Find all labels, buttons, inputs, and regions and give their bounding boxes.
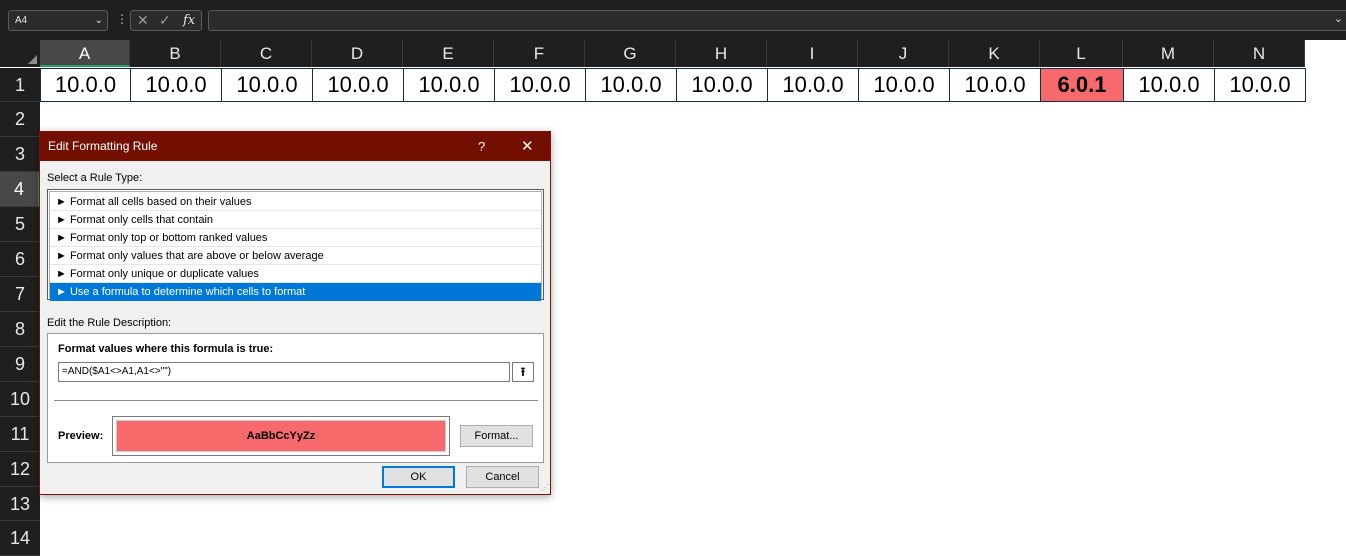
formula-buttons: ✕ ✓ fx	[130, 10, 202, 31]
close-icon[interactable]: ✕	[521, 132, 534, 161]
rule-type-item[interactable]: ► Format all cells based on their values	[50, 193, 541, 211]
column-header-n[interactable]: N	[1214, 40, 1305, 67]
column-header-h[interactable]: H	[676, 40, 767, 67]
row-header-5[interactable]: 5	[0, 207, 40, 242]
formula-input[interactable]: ⌄	[208, 10, 1346, 31]
insert-function-icon[interactable]: fx	[183, 13, 195, 28]
row-header-13[interactable]: 13	[0, 487, 40, 521]
cell-i1[interactable]: 10.0.0	[767, 68, 859, 102]
row-header-9[interactable]: 9	[0, 347, 40, 382]
rule-type-list[interactable]: ► Format all cells based on their values…	[47, 189, 544, 301]
column-header-g[interactable]: G	[585, 40, 676, 67]
column-header-j[interactable]: J	[858, 40, 949, 67]
more-options-icon[interactable]: ⋮	[116, 12, 128, 26]
cell-f1[interactable]: 10.0.0	[494, 68, 586, 102]
cancel-icon[interactable]: ✕	[137, 12, 149, 29]
row-header-4[interactable]: 4	[0, 172, 40, 207]
formula-bar: A4 ⌄ ⋮ ✕ ✓ fx ⌄	[0, 0, 1346, 40]
cell-c1[interactable]: 10.0.0	[221, 68, 313, 102]
row-header-10[interactable]: 10	[0, 382, 40, 417]
column-header-k[interactable]: K	[949, 40, 1040, 67]
edit-description-label: Edit the Rule Description:	[47, 317, 172, 329]
cell-k1[interactable]: 10.0.0	[949, 68, 1041, 102]
cell-j1[interactable]: 10.0.0	[858, 68, 950, 102]
collapse-dialog-icon[interactable]: ⭱	[512, 362, 534, 382]
formula-label: Format values where this formula is true…	[58, 343, 274, 355]
cell-h1[interactable]: 10.0.0	[676, 68, 768, 102]
resize-grip-icon[interactable]: ⋰	[541, 483, 549, 492]
row-header-7[interactable]: 7	[0, 277, 40, 312]
format-preview: AaBbCcYyZz	[112, 416, 450, 456]
cancel-button[interactable]: Cancel	[466, 466, 539, 488]
name-box[interactable]: A4 ⌄	[8, 10, 108, 31]
row-header-1[interactable]: 1	[0, 68, 40, 102]
cell-e1[interactable]: 10.0.0	[403, 68, 495, 102]
rule-type-item[interactable]: ► Format only unique or duplicate values	[50, 265, 541, 283]
cell-n1[interactable]: 10.0.0	[1214, 68, 1306, 102]
dialog-title: Edit Formatting Rule	[48, 139, 158, 153]
column-header-l[interactable]: L	[1040, 40, 1123, 67]
column-header-d[interactable]: D	[312, 40, 403, 67]
rule-type-item[interactable]: ► Format only values that are above or b…	[50, 247, 541, 265]
row-header-14[interactable]: 14	[0, 521, 40, 556]
column-header-a[interactable]: A	[40, 40, 130, 67]
row-header-8[interactable]: 8	[0, 312, 40, 347]
column-header-f[interactable]: F	[494, 40, 585, 67]
column-header-b[interactable]: B	[130, 40, 221, 67]
edit-formatting-rule-dialog: Edit Formatting Rule ? ✕ Select a Rule T…	[39, 131, 551, 495]
format-button[interactable]: Format...	[460, 425, 533, 447]
row-header-12[interactable]: 12	[0, 452, 40, 487]
column-header-c[interactable]: C	[221, 40, 312, 67]
ok-button[interactable]: OK	[382, 466, 455, 488]
dialog-title-bar[interactable]: Edit Formatting Rule ? ✕	[40, 132, 550, 161]
row-header-2[interactable]: 2	[0, 102, 40, 137]
rule-formula-input[interactable]: =AND($A1<>A1,A1<>"")	[58, 362, 510, 382]
preview-label: Preview:	[58, 430, 104, 442]
rule-type-item[interactable]: ► Format only cells that contain	[50, 211, 541, 229]
rule-type-item[interactable]: ► Format only top or bottom ranked value…	[50, 229, 541, 247]
row-header-6[interactable]: 6	[0, 242, 40, 277]
name-box-value: A4	[15, 15, 28, 26]
column-header-e[interactable]: E	[403, 40, 494, 67]
row-header-11[interactable]: 11	[0, 417, 40, 452]
select-rule-type-label: Select a Rule Type:	[47, 172, 143, 184]
row-header-3[interactable]: 3	[0, 137, 40, 172]
column-header-m[interactable]: M	[1123, 40, 1214, 67]
chevron-down-icon[interactable]: ⌄	[95, 11, 103, 30]
enter-icon[interactable]: ✓	[159, 12, 171, 29]
cell-m1[interactable]: 10.0.0	[1123, 68, 1215, 102]
cell-a1[interactable]: 10.0.0	[40, 68, 131, 102]
expand-formula-bar-icon[interactable]: ⌄	[1334, 12, 1343, 25]
cell-d1[interactable]: 10.0.0	[312, 68, 404, 102]
preview-sample: AaBbCcYyZz	[116, 420, 446, 452]
cell-b1[interactable]: 10.0.0	[130, 68, 222, 102]
select-all-corner[interactable]	[0, 40, 40, 67]
rule-type-item-selected[interactable]: ► Use a formula to determine which cells…	[50, 283, 541, 301]
rule-description-panel: Format values where this formula is true…	[47, 333, 544, 463]
help-icon[interactable]: ?	[478, 132, 485, 161]
divider	[54, 400, 538, 401]
column-header-i[interactable]: I	[767, 40, 858, 67]
cell-g1[interactable]: 10.0.0	[585, 68, 677, 102]
cell-l1[interactable]: 6.0.1	[1040, 68, 1124, 102]
